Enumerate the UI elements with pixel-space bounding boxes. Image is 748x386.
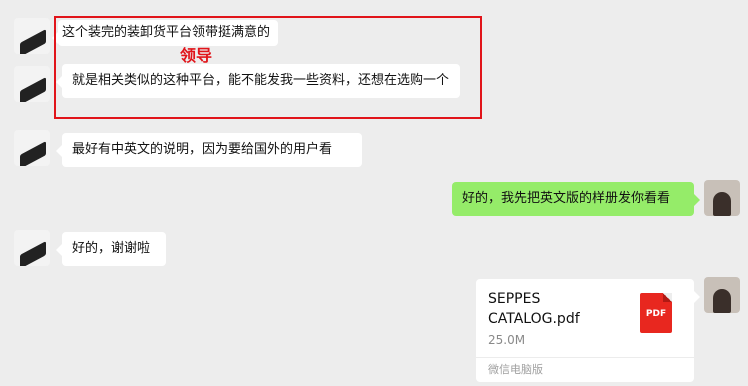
highlight-box — [54, 16, 482, 119]
file-source: 微信电脑版 — [488, 363, 543, 376]
divider — [476, 357, 694, 358]
message-bubble-outgoing[interactable]: 好的，我先把英文版的样册发你看看 — [452, 182, 700, 216]
message-text: 好的，我先把英文版的样册发你看看 — [462, 191, 671, 206]
message-text: 最好有中英文的说明，因为要给国外的用户看 — [72, 142, 333, 157]
file-size: 25.0M — [488, 333, 526, 347]
message-text: 好的，谢谢啦 — [72, 241, 151, 256]
pdf-icon: PDF — [640, 293, 672, 333]
contact-avatar[interactable] — [14, 18, 50, 54]
annotation-label: 领导 — [180, 46, 213, 65]
file-message-card[interactable]: SEPPES CATALOG.pdf 25.0M PDF 微信电脑版 — [476, 279, 700, 382]
contact-avatar[interactable] — [14, 66, 50, 102]
file-name: SEPPES CATALOG.pdf — [488, 291, 580, 327]
message-bubble[interactable]: 最好有中英文的说明，因为要给国外的用户看 — [56, 133, 362, 167]
self-avatar[interactable] — [704, 180, 740, 216]
contact-avatar[interactable] — [14, 130, 50, 166]
message-bubble[interactable]: 好的，谢谢啦 — [56, 232, 166, 266]
self-avatar[interactable] — [704, 277, 740, 313]
contact-avatar[interactable] — [14, 230, 50, 266]
pdf-icon-label: PDF — [645, 309, 667, 319]
